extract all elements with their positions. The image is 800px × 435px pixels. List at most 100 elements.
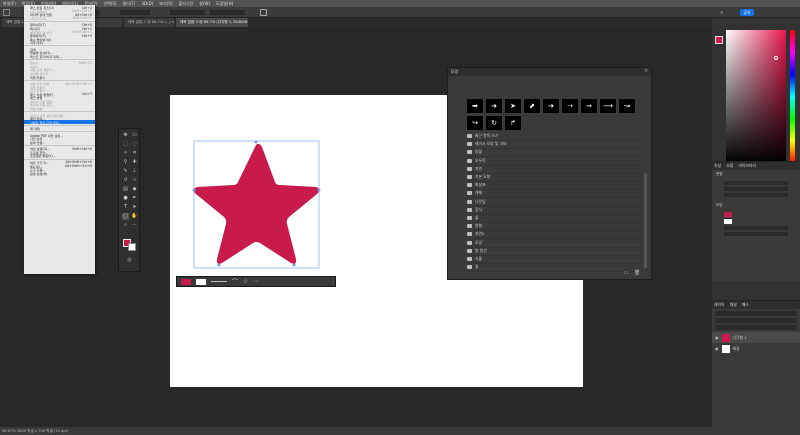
scrollbar[interactable] bbox=[644, 173, 647, 268]
menu-item[interactable]: 선택(S) bbox=[103, 1, 116, 7]
healing-tool-icon[interactable]: ✚ bbox=[131, 159, 138, 166]
crop-tool-icon[interactable]: ⌗ bbox=[131, 150, 138, 157]
folder-label: 최근 항목 쓰기 bbox=[475, 133, 499, 138]
artboard-tool-icon[interactable]: ▭ bbox=[131, 132, 138, 139]
blend-mode-select[interactable] bbox=[715, 318, 797, 323]
blur-tool-icon[interactable]: ◆ bbox=[131, 186, 138, 193]
star-icon[interactable]: ☆ bbox=[243, 278, 248, 285]
shape-thumbnail[interactable]: ➜ bbox=[486, 99, 502, 113]
layer-row-shape[interactable]: ◉ 다각형 1 bbox=[712, 332, 800, 343]
pen-tool-icon[interactable]: ✒ bbox=[131, 195, 138, 202]
eye-icon[interactable]: ◉ bbox=[715, 335, 719, 340]
shape-thumbnail[interactable]: ➤ bbox=[505, 99, 521, 113]
menu-item[interactable]: 보기(V) bbox=[159, 1, 172, 7]
shape-thumbnail[interactable]: ➝ bbox=[562, 99, 578, 113]
adjustments-tab[interactable]: 조정 bbox=[726, 163, 733, 168]
more-icon[interactable]: ⋯ bbox=[253, 278, 259, 285]
folder-label: 레거시 모양 및 기타 bbox=[475, 141, 507, 147]
folder-label: 식물 bbox=[475, 256, 482, 261]
move-tool-icon[interactable]: ✥ bbox=[122, 132, 129, 139]
quick-mask-icon[interactable]: ◎ bbox=[126, 257, 133, 264]
close-icon[interactable]: × bbox=[644, 68, 648, 74]
eye-icon[interactable]: ◉ bbox=[715, 346, 719, 351]
star-shape[interactable] bbox=[188, 138, 324, 272]
menu-item[interactable]: 필터(T) bbox=[123, 1, 136, 7]
shape-thumbnail[interactable]: ↻ bbox=[486, 116, 502, 130]
zoom-tool-icon[interactable]: ⌕ bbox=[122, 222, 129, 229]
edit-menu-item[interactable]: 환경 설정(N) bbox=[24, 171, 95, 176]
quick-select-tool-icon[interactable]: ✧ bbox=[122, 150, 129, 157]
lasso-tool-icon[interactable]: ◌ bbox=[131, 141, 138, 148]
prop-stroke-swatch[interactable] bbox=[724, 219, 732, 224]
stroke-width-line[interactable] bbox=[211, 281, 227, 282]
shape-thumbnail[interactable]: ➡ bbox=[467, 99, 483, 113]
contextual-task-bar: ⌒ ☆ ⋯ bbox=[176, 276, 336, 287]
folder-icon bbox=[467, 158, 472, 163]
menu-item-shortcut: Shift+Ctrl+K bbox=[72, 146, 92, 151]
hand-tool-icon[interactable]: ✋ bbox=[131, 213, 138, 220]
share-button[interactable]: 공유 bbox=[740, 9, 754, 16]
fg-color-mini[interactable] bbox=[715, 36, 723, 44]
layer-name: 다각형 1 bbox=[732, 334, 747, 340]
tab-document-3[interactable]: 제목 없음-3 @ 66.7% (다각형 1, RGB/8#) × bbox=[176, 18, 248, 27]
background-color-swatch[interactable] bbox=[128, 243, 136, 251]
more-tools-icon[interactable]: ⋯ bbox=[131, 222, 138, 229]
menu-item[interactable]: 도움말(H) bbox=[216, 1, 233, 7]
history-brush-icon[interactable]: ↺ bbox=[122, 177, 129, 184]
fill-swatch[interactable] bbox=[181, 278, 191, 285]
layers-tab[interactable]: 레이어 bbox=[714, 302, 724, 307]
shape-thumbnail[interactable]: ⬈ bbox=[524, 99, 540, 113]
libraries-tab[interactable]: 라이브러리 bbox=[738, 163, 755, 168]
marquee-tool-icon[interactable]: ⬚ bbox=[122, 141, 129, 148]
prop-fill-swatch[interactable] bbox=[724, 212, 732, 217]
color-field[interactable] bbox=[726, 30, 786, 163]
menu-item-shortcut: Alt+Shift+Ctrl+C bbox=[65, 81, 92, 86]
brush-tool-icon[interactable]: ✎ bbox=[122, 168, 129, 175]
color-picker-handle[interactable] bbox=[774, 56, 778, 60]
shape-thumbnail[interactable]: ↝ bbox=[619, 99, 635, 113]
height-field[interactable] bbox=[210, 10, 245, 15]
folder-icon bbox=[467, 216, 472, 220]
path-select-tool-icon[interactable]: ➤ bbox=[131, 204, 138, 211]
stroke-control[interactable] bbox=[120, 10, 150, 15]
menu-item[interactable]: 창(W) bbox=[199, 1, 210, 7]
properties-tab[interactable]: 속성 bbox=[714, 163, 721, 168]
layer-row-background[interactable]: ◉ 배경 bbox=[712, 343, 800, 354]
shape-thumbnail[interactable]: ➔ bbox=[543, 99, 559, 113]
stroke-swatch[interactable] bbox=[196, 278, 206, 285]
paths-tab[interactable]: 패스 bbox=[742, 302, 749, 307]
stamp-tool-icon[interactable]: ⊥ bbox=[131, 168, 138, 175]
star-path bbox=[193, 143, 320, 264]
new-folder-icon[interactable]: ▭ bbox=[624, 270, 629, 276]
menu-item[interactable]: 플러그인 bbox=[179, 1, 194, 7]
folder-label: 원형 bbox=[475, 223, 482, 229]
channels-tab[interactable]: 채널 bbox=[730, 302, 737, 307]
dodge-tool-icon[interactable]: ● bbox=[122, 195, 129, 202]
folder-label: 화살표 bbox=[475, 182, 486, 188]
folder-label: 나뭇잎 bbox=[475, 198, 486, 204]
folder-label: 물 bbox=[475, 215, 479, 220]
shape-folder[interactable]: 꽃 bbox=[467, 263, 643, 273]
tab-document-2[interactable]: 제목 없음-2 @ 66.7% (...) × bbox=[124, 18, 174, 27]
shape-tool-icon[interactable]: ▢ bbox=[122, 213, 129, 220]
folder-icon bbox=[467, 142, 472, 147]
path-ops-icon[interactable] bbox=[260, 9, 267, 16]
layer-filter-bar[interactable] bbox=[715, 311, 797, 316]
search-icon[interactable]: ⌕ bbox=[720, 9, 727, 16]
shape-thumbnail[interactable]: ↪ bbox=[467, 116, 483, 130]
gradient-tool-icon[interactable]: ▤ bbox=[122, 186, 129, 193]
hue-slider[interactable] bbox=[790, 30, 795, 163]
trash-icon[interactable]: 🗑 bbox=[634, 270, 640, 276]
menu-item[interactable]: 3D(D) bbox=[141, 1, 153, 6]
corner-icon[interactable]: ⌒ bbox=[232, 277, 238, 286]
width-field[interactable] bbox=[170, 10, 205, 15]
shape-thumbnail[interactable]: ↱ bbox=[505, 116, 521, 130]
type-tool-icon[interactable]: T bbox=[122, 204, 129, 211]
shape-thumbnail[interactable]: ⟶ bbox=[600, 99, 616, 113]
eyedropper-tool-icon[interactable]: ⚲ bbox=[122, 159, 129, 166]
shape-thumbnail[interactable]: ➞ bbox=[581, 99, 597, 113]
folder-icon bbox=[467, 199, 472, 204]
menu-item[interactable]: 파일(F) bbox=[3, 1, 16, 7]
home-icon[interactable] bbox=[3, 9, 10, 16]
eraser-tool-icon[interactable]: ▱ bbox=[131, 177, 138, 184]
